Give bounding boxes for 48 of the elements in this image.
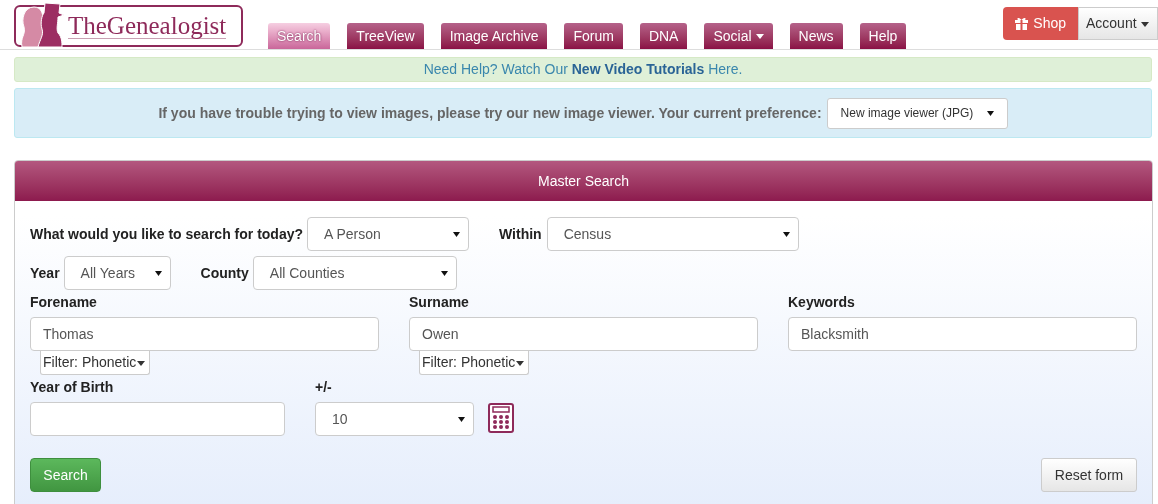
logo-text: TheGenealogist [68,13,227,39]
nav-tab[interactable]: Social [704,23,773,49]
nav-tab[interactable]: News [789,23,843,49]
text-field[interactable]: Blacksmith [788,317,1137,351]
gift-icon [1015,17,1029,30]
viewer-notice: If you have trouble trying to view images, please try our new image viewer. Your current preference: [158,103,822,123]
caret-icon [986,110,994,116]
caret-icon [154,270,162,276]
nav-tab[interactable]: DNA [639,23,688,49]
nav-tab[interactable]: Forum [564,23,623,49]
text-field[interactable]: Owen [409,317,758,351]
field-label: Forename [30,293,97,312]
caret-icon [458,416,465,422]
field-label: +/- [315,378,333,397]
help-banner: Need Help? Watch Our New Video Tutorials Here. [14,57,1152,82]
caret-icon [516,360,525,366]
select-field[interactable]: All Years [63,256,171,290]
text-field[interactable]: Thomas [30,317,379,351]
select-field[interactable]: A Person [307,217,470,251]
select-field[interactable]: 10 [315,402,474,436]
account-button[interactable]: Account [1078,7,1158,40]
field-label: County [200,263,249,283]
select-field[interactable]: All Counties [252,256,457,290]
select-field[interactable]: Census [546,217,799,251]
filter-dropdown[interactable]: Filter: Phonetic [419,351,530,375]
logo[interactable]: TheGenealogist [14,5,243,47]
caret-icon [453,231,461,237]
nav-tab[interactable]: Image Archive [440,23,548,49]
caret-icon [440,270,448,276]
nav-tab[interactable]: TreeView [347,23,424,49]
reset-button[interactable]: Reset form [1041,458,1137,492]
caret-icon [137,360,146,366]
field-label: Year of Birth [30,378,115,397]
field-label: Year [30,263,60,283]
panel-title: Master Search [15,161,1152,201]
viewer-select[interactable]: New image viewer (JPG) [826,97,1008,129]
field-label: Within [499,224,542,244]
silhouette-icon [18,1,66,47]
field-label: Surname [409,293,469,312]
field-label: What would you like to search for today? [30,224,304,244]
nav-tab[interactable]: Help [859,23,907,49]
caret-icon [1140,21,1149,27]
field-label: Keywords [788,293,855,312]
text-field[interactable] [30,402,285,436]
filter-dropdown[interactable]: Filter: Phonetic [40,351,151,375]
shop-button[interactable]: Shop [1003,7,1078,40]
caret-icon [782,231,790,237]
calculator-icon[interactable] [488,403,514,433]
